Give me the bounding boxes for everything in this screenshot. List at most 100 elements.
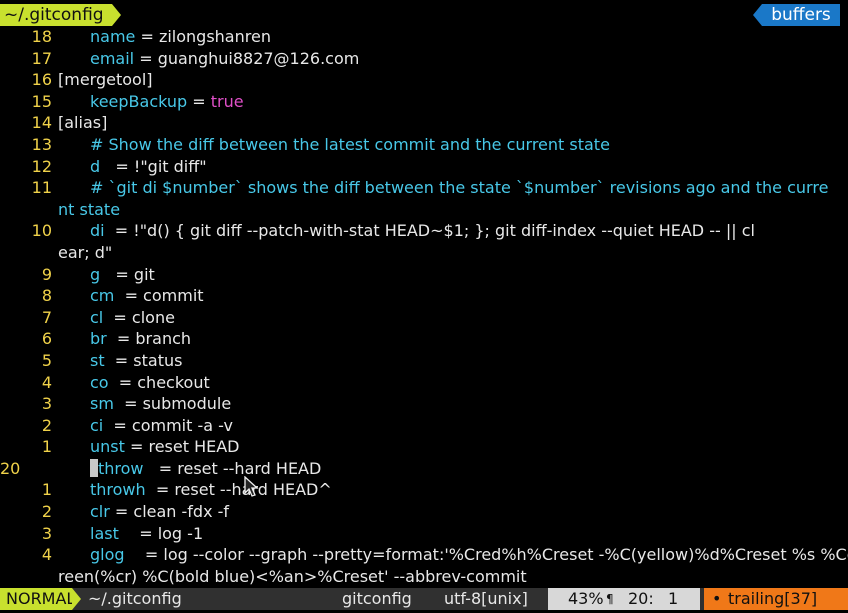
value-text: = checkout — [108, 372, 210, 392]
config-key: g — [90, 264, 101, 284]
config-key: co — [90, 372, 109, 392]
code-text: throwh = reset --hard HEAD^ — [90, 479, 332, 501]
code-line[interactable]: 14 [alias] — [0, 112, 848, 134]
value-text: = branch — [106, 329, 192, 349]
value-text: = reset --hard HEAD^ — [145, 480, 332, 500]
warning-dot-icon: • — [712, 589, 722, 608]
code-line[interactable]: 3 sm = submodule — [0, 393, 848, 415]
config-key: cm — [90, 286, 115, 306]
tab-gitconfig[interactable]: ~/.gitconfig — [0, 4, 112, 26]
code-text: ci = commit -a -v — [90, 415, 233, 437]
line-number: 8 — [41, 286, 52, 306]
value-text: [mergetool] — [58, 70, 153, 90]
code-text: last = log -1 — [90, 523, 203, 545]
config-key: email — [90, 48, 135, 68]
code-text: # Show the diff between the latest commi… — [90, 134, 610, 156]
warning-text: trailing[37] — [728, 589, 818, 608]
tab-arrow-separator — [112, 4, 121, 26]
line-number: 17 — [31, 48, 52, 68]
code-line[interactable]: 17 email = guanghui8827@126.com — [0, 48, 848, 70]
vim-window: ~/.gitconfig buffers 18 name = zilongshan… — [0, 0, 848, 613]
config-key: cl — [90, 307, 104, 327]
value-text: reen(%cr) %C(bold blue)<%an>%Creset' --a… — [58, 566, 527, 586]
code-text: # `git di $number` shows the diff betwee… — [90, 177, 828, 199]
code-line[interactable]: reen(%cr) %C(bold blue)<%an>%Creset' --a… — [0, 566, 848, 588]
statusline: NORMAL ~/.gitconfig gitconfig utf-8[unix… — [0, 588, 848, 610]
config-key: sm — [90, 394, 114, 414]
code-line[interactable]: 9 g = git — [0, 264, 848, 286]
code-text: cm = commit — [90, 285, 204, 307]
code-text: [alias] — [58, 112, 107, 134]
code-line[interactable]: 16 [mergetool] — [0, 69, 848, 91]
value-text: = commit — [114, 286, 204, 306]
value-text: [alias] — [58, 113, 108, 133]
code-text: sm = submodule — [90, 393, 231, 415]
value-text: = git — [100, 264, 155, 284]
code-text: unst = reset HEAD — [90, 436, 239, 458]
value-text: = clone — [103, 307, 175, 327]
value-text: = !"d() { git diff --patch-with-stat HEA… — [104, 221, 755, 241]
code-line[interactable]: 2 ci = commit -a -v — [0, 415, 848, 437]
tabline: ~/.gitconfig buffers — [0, 4, 848, 26]
line-number: 6 — [41, 329, 52, 349]
value-text: = !"git diff" — [100, 156, 207, 176]
code-line[interactable]: 1 unst = reset HEAD — [0, 436, 848, 458]
cursor-line: 20: — [628, 589, 654, 608]
code-line[interactable]: 4 co = checkout — [0, 372, 848, 394]
line-number: 16 — [31, 70, 52, 90]
line-number: 4 — [41, 372, 52, 392]
text-cursor — [90, 458, 98, 477]
code-line[interactable]: 2 clr = clean -fdx -f — [0, 501, 848, 523]
value-text: = reset HEAD — [124, 437, 240, 457]
line-number: 12 — [31, 156, 52, 176]
value-text: = commit -a -v — [103, 415, 233, 435]
comment-text: # `git di $number` shows the diff betwee… — [90, 178, 829, 198]
line-number: 7 — [41, 307, 52, 327]
code-line[interactable]: 15 keepBackup = true — [0, 91, 848, 113]
code-line[interactable]: 18 name = zilongshanren — [0, 26, 848, 48]
line-number: 9 — [41, 264, 52, 284]
code-line[interactable]: 1 throwh = reset --hard HEAD^ — [0, 479, 848, 501]
code-text: br = branch — [90, 328, 191, 350]
code-line[interactable]: 10 di = !"d() { git diff --patch-with-sta… — [0, 220, 848, 242]
code-line[interactable]: 12 d = !"git diff" — [0, 156, 848, 178]
code-line[interactable]: 11 # `git di $number` shows the diff betw… — [0, 177, 848, 199]
code-line[interactable]: 5 st = status — [0, 350, 848, 372]
line-number: 2 — [41, 415, 52, 435]
line-number-icon: ¶ — [606, 592, 614, 606]
code-text: g = git — [90, 264, 155, 286]
code-text: co = checkout — [90, 372, 210, 394]
code-line[interactable]: 8 cm = commit — [0, 285, 848, 307]
line-number: 4 — [41, 545, 52, 565]
line-number: 3 — [41, 523, 52, 543]
value-text: ear; d" — [58, 242, 113, 262]
config-key: br — [90, 329, 107, 349]
config-key: ci — [90, 415, 104, 435]
scroll-percent: 43% — [568, 589, 604, 608]
config-key: unst — [90, 437, 125, 457]
mode-arrow-separator — [72, 588, 81, 610]
code-line[interactable]: nt state — [0, 199, 848, 221]
statusline-encoding: utf-8[unix] — [444, 589, 528, 608]
code-line[interactable]: 13 # Show the diff between the latest com… — [0, 134, 848, 156]
code-line[interactable]: 6 br = branch — [0, 328, 848, 350]
code-text: glog = log --color --graph --pretty=form… — [90, 544, 848, 566]
line-number: 15 — [31, 91, 52, 111]
code-line[interactable]: 20 throw = reset --hard HEAD — [0, 458, 848, 480]
boolean-value: true — [210, 91, 244, 111]
cursor-column: 1 — [668, 589, 679, 608]
statusline-position: 43% ¶ 20: 1 — [548, 588, 700, 610]
line-number: 18 — [31, 27, 52, 46]
code-line[interactable]: 7 cl = clone — [0, 307, 848, 329]
editor-buffer[interactable]: 18 name = zilongshanren 17 email = guanghui… — [0, 26, 848, 587]
code-text: email = guanghui8827@126.com — [90, 48, 359, 70]
buffers-label[interactable]: buffers — [762, 4, 840, 26]
comment-text: # Show the diff between the latest commi… — [90, 134, 610, 154]
code-line[interactable]: ear; d" — [0, 242, 848, 264]
line-number: 2 — [41, 502, 52, 522]
code-line[interactable]: 3 last = log -1 — [0, 523, 848, 545]
code-line[interactable]: 4 glog = log --color --graph --pretty=for… — [0, 544, 848, 566]
value-text: = submodule — [113, 394, 232, 414]
line-number: 10 — [31, 221, 52, 241]
code-text: name = zilongshanren — [90, 26, 271, 48]
